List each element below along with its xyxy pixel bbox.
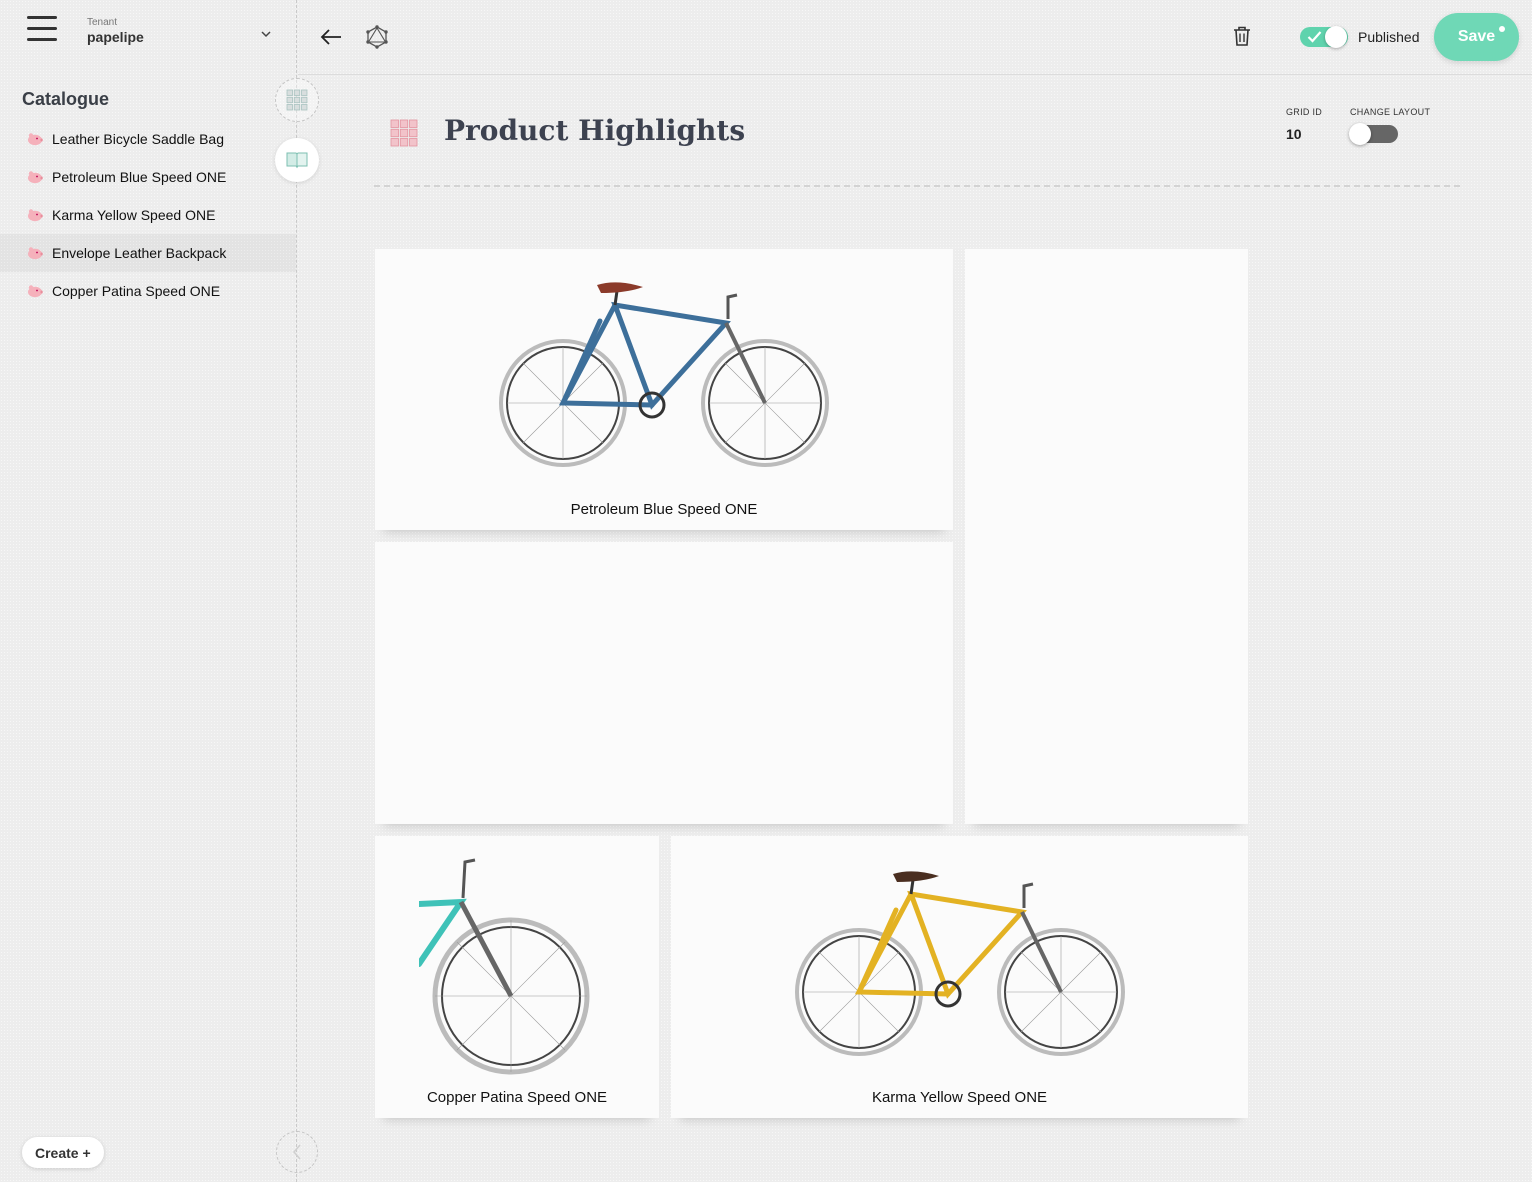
unsaved-indicator (1499, 26, 1505, 32)
catalogue-item-label: Petroleum Blue Speed ONE (52, 169, 227, 185)
toolbar-divider (298, 74, 1532, 75)
catalogue-item-label: Envelope Leather Backpack (52, 245, 227, 261)
grid-tile[interactable]: Petroleum Blue Speed ONE (375, 249, 953, 530)
change-layout-toggle[interactable] (1349, 123, 1398, 145)
grid-view-button[interactable] (275, 78, 319, 122)
grid-tile[interactable] (375, 542, 953, 824)
grid-tile[interactable] (965, 249, 1248, 824)
catalogue-title: Catalogue (22, 89, 110, 109)
catalogue-item[interactable]: Envelope Leather Backpack (0, 234, 296, 272)
bicycle-image (499, 282, 829, 467)
piggy-bank-icon (28, 285, 43, 298)
tile-caption: Karma Yellow Speed ONE (871, 1089, 1048, 1106)
toggle-knob (1349, 123, 1371, 145)
grid-tile[interactable]: Copper Patina Speed ONE (375, 836, 659, 1118)
trash-icon[interactable] (1232, 25, 1252, 47)
back-arrow-icon[interactable] (319, 25, 343, 49)
check-icon (1307, 31, 1322, 43)
catalogue-item-label: Leather Bicycle Saddle Bag (52, 131, 224, 147)
catalogue-item-label: Copper Patina Speed ONE (52, 283, 221, 299)
piggy-bank-icon (28, 171, 43, 184)
catalogue-item[interactable]: Copper Patina Speed ONE (0, 272, 296, 310)
catalogue-list: Leather Bicycle Saddle Bag Petroleum Blu… (0, 120, 296, 310)
piggy-bank-icon (28, 209, 43, 222)
sidebar: Tenant papelipe Catalogue Leather Bicycl… (0, 0, 297, 1182)
change-layout-label: CHANGE LAYOUT (1350, 107, 1431, 117)
published-toggle[interactable] (1300, 26, 1348, 48)
catalogue-view-button[interactable] (275, 138, 319, 182)
menu-icon[interactable] (27, 16, 57, 46)
grid-id-value: 10 (1286, 126, 1302, 142)
grid-tile[interactable]: Karma Yellow Speed ONE (671, 836, 1248, 1118)
tenant-caption: Tenant (87, 17, 118, 28)
toggle-knob (1325, 26, 1347, 48)
bicycle-image (419, 858, 590, 1075)
tile-caption: Petroleum Blue Speed ONE (570, 501, 758, 518)
piggy-bank-icon (28, 133, 43, 146)
chevron-down-icon (261, 31, 271, 38)
save-button[interactable]: Save (1434, 13, 1519, 61)
published-label: Published (1358, 29, 1420, 45)
chevron-left-icon (293, 1144, 301, 1160)
catalogue-item[interactable]: Petroleum Blue Speed ONE (0, 158, 296, 196)
catalogue-item-label: Karma Yellow Speed ONE (52, 207, 216, 223)
grid-icon (286, 89, 308, 111)
catalogue-item[interactable]: Karma Yellow Speed ONE (0, 196, 296, 234)
graphql-icon[interactable] (366, 25, 388, 49)
create-button[interactable]: Create + (22, 1137, 104, 1168)
tenant-name: papelipe (87, 29, 144, 45)
header-divider (374, 185, 1460, 187)
page-title: Product Highlights (444, 114, 746, 147)
tile-caption: Copper Patina Speed ONE (426, 1089, 608, 1106)
grid-id-label: GRID ID (1286, 107, 1323, 117)
grid-icon (390, 119, 418, 147)
bicycle-image (795, 871, 1125, 1056)
piggy-bank-icon (28, 247, 43, 260)
save-button-label: Save (1457, 28, 1496, 45)
collapse-sidebar-button[interactable] (276, 1131, 318, 1173)
tenant-selector[interactable]: Tenant papelipe (87, 17, 277, 49)
catalogue-item[interactable]: Leather Bicycle Saddle Bag (0, 120, 296, 158)
book-icon (286, 152, 308, 169)
